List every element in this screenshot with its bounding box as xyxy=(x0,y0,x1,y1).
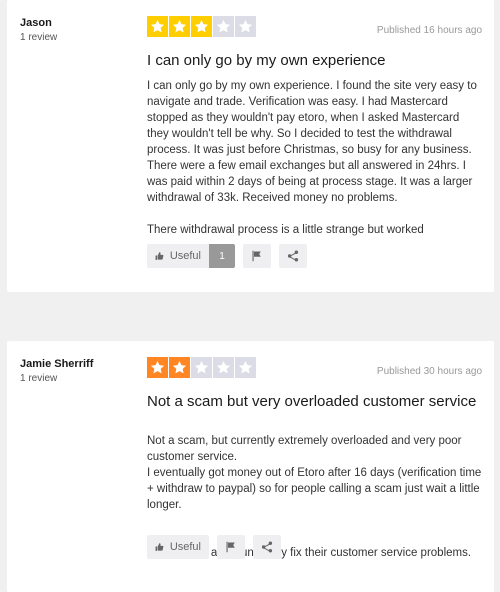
star-empty-icon xyxy=(191,357,212,378)
review-count: 1 review xyxy=(20,32,58,43)
reviewer-info: Jamie Sherriff 1 review xyxy=(20,358,93,384)
share-icon xyxy=(287,250,299,262)
flag-button[interactable] xyxy=(243,244,271,268)
star-filled-icon xyxy=(169,16,190,37)
star-empty-icon xyxy=(213,357,234,378)
star-rating xyxy=(147,16,257,37)
review-paragraph: I can only go by my own experience. I fo… xyxy=(147,80,477,204)
star-empty-icon xyxy=(213,16,234,37)
flag-button[interactable] xyxy=(217,535,245,559)
useful-count-badge: 1 xyxy=(209,244,235,268)
star-filled-icon xyxy=(147,357,168,378)
star-rating xyxy=(147,357,257,378)
review-actions: Useful 1 xyxy=(147,244,315,268)
review-body: I can only go by my own experience. I fo… xyxy=(147,78,483,238)
thumbs-up-icon xyxy=(155,252,164,260)
review-paragraph: There withdrawal process is a little str… xyxy=(147,224,424,236)
review-title[interactable]: I can only go by my own experience xyxy=(147,51,385,70)
review-title[interactable]: Not a scam but very overloaded customer … xyxy=(147,392,476,411)
star-filled-icon xyxy=(191,16,212,37)
review-count: 1 review xyxy=(20,373,58,384)
thumbs-up-icon xyxy=(155,543,164,551)
useful-button[interactable]: Useful xyxy=(147,535,209,559)
reviewer-name[interactable]: Jamie Sherriff xyxy=(20,358,93,371)
useful-group: Useful 1 xyxy=(147,244,235,268)
published-date: Published 16 hours ago xyxy=(376,25,482,36)
reviewer-name[interactable]: Jason xyxy=(20,17,57,30)
published-date: Published 30 hours ago xyxy=(376,366,482,377)
review-card: Jason 1 review Published 16 hours ago I … xyxy=(7,0,494,292)
review-card: Jamie Sherriff 1 review Published 30 hou… xyxy=(7,341,494,592)
share-button[interactable] xyxy=(253,535,281,559)
star-empty-icon xyxy=(235,357,256,378)
flag-icon xyxy=(226,541,235,553)
star-filled-icon xyxy=(169,357,190,378)
star-filled-icon xyxy=(147,16,168,37)
review-actions: Useful xyxy=(147,535,289,559)
share-icon xyxy=(261,541,273,553)
reviewer-info: Jason 1 review xyxy=(20,17,57,43)
review-paragraph: Not a scam, but currently extremely over… xyxy=(147,435,482,511)
useful-label: Useful xyxy=(169,250,201,262)
useful-button[interactable]: Useful xyxy=(147,244,209,268)
flag-icon xyxy=(252,250,261,262)
star-empty-icon xyxy=(235,16,256,37)
share-button[interactable] xyxy=(279,244,307,268)
useful-label: Useful xyxy=(169,541,201,553)
